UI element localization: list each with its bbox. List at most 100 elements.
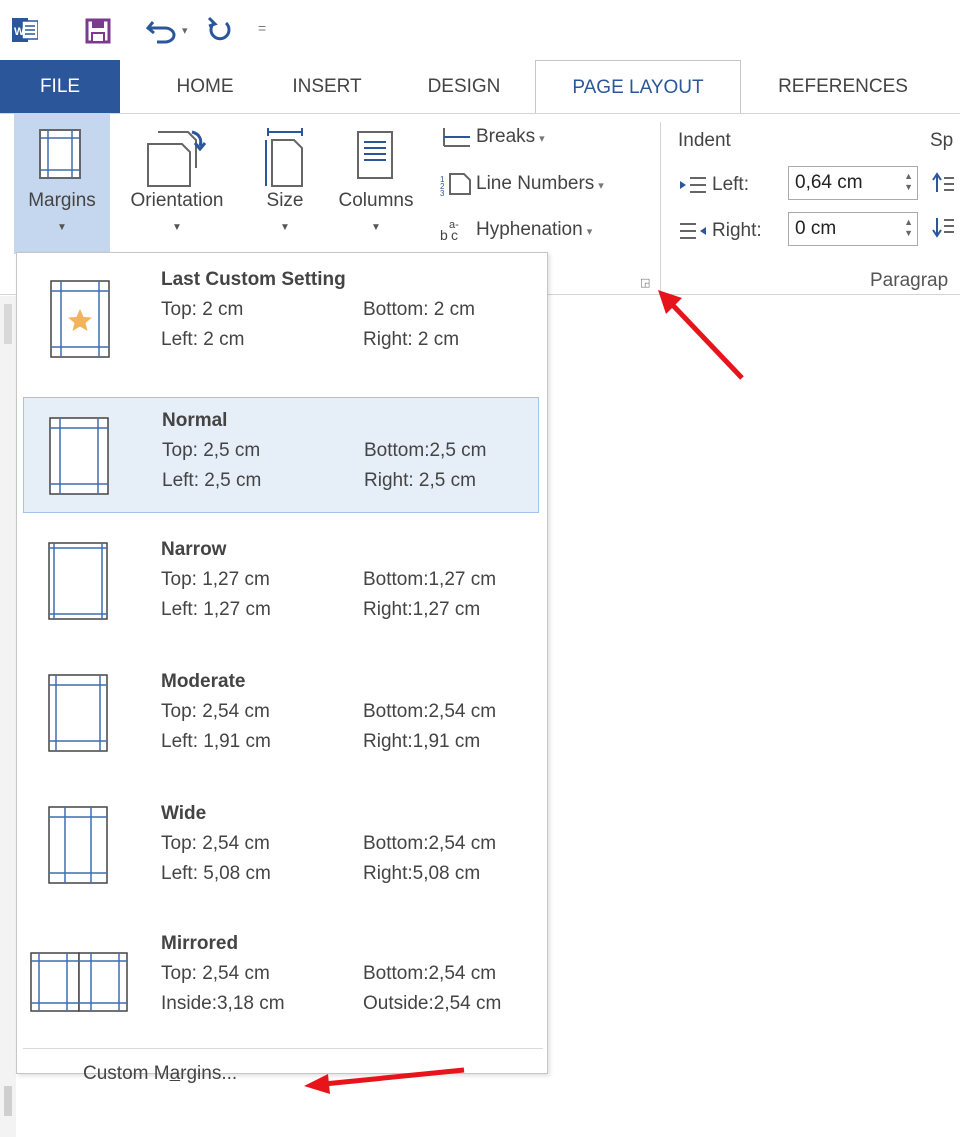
option-name: Narrow (161, 539, 227, 560)
option-bottom: Bottom:1,27 cm (363, 569, 497, 590)
option-inside: Inside:3,18 cm (161, 993, 285, 1014)
option-name: Last Custom Setting (161, 269, 346, 290)
option-left: Left: 1,91 cm (161, 731, 271, 752)
indent-left-label-group: Left: (678, 174, 749, 196)
indent-right-label-group: Right: (678, 220, 762, 242)
custom-margins-access-key: a (169, 1063, 181, 1084)
margins-label: Margins (28, 190, 96, 211)
option-right: Right:1,27 cm (363, 599, 481, 620)
annotation-arrow-icon (658, 290, 744, 380)
breaks-icon (443, 128, 470, 147)
option-top: Top: 2,54 cm (161, 833, 270, 854)
group-separator (660, 122, 661, 292)
spacing-before-icon (932, 172, 954, 192)
option-right: Right:1,91 cm (363, 731, 481, 752)
quick-access-toolbar: W ▾ = (0, 0, 960, 60)
orientation-icon (147, 130, 207, 187)
ruler-mark (4, 304, 12, 344)
size-button[interactable]: Size ▼ (250, 114, 320, 254)
margins-button[interactable]: Margins ▼ (14, 114, 110, 254)
indent-right-spinner-icon[interactable]: ▲ ▼ (904, 217, 913, 239)
indent-right-label: Right: (712, 220, 762, 241)
breaks-dropdown-icon: ▾ (539, 133, 545, 146)
hyphenation-icon: b a- c (440, 219, 459, 243)
tab-file[interactable]: FILE (0, 60, 120, 114)
narrow-margins-icon (48, 542, 108, 620)
hyphenation-button[interactable]: b a- c Hyphenation ▾ (440, 218, 593, 243)
page-setup-dialog-launcher-icon[interactable]: ◲ (640, 276, 650, 289)
svg-text:W: W (14, 26, 25, 38)
orientation-label: Orientation (130, 190, 224, 211)
option-bottom: Bottom:2,54 cm (363, 701, 497, 722)
breaks-label: Breaks (476, 126, 536, 148)
option-top: Top: 2,54 cm (161, 701, 270, 722)
margin-option-wide[interactable]: Wide Top: 2,54 cm Left: 5,08 cm Bottom:2… (23, 791, 539, 907)
custom-margins-label-end: rgins... (180, 1063, 238, 1084)
customize-toolbar-icon[interactable]: = (258, 20, 266, 36)
margins-dropdown-icon: ▼ (57, 222, 67, 233)
margin-option-moderate[interactable]: Moderate Top: 2,54 cm Left: 1,91 cm Bott… (23, 659, 539, 775)
option-right: Right:5,08 cm (363, 863, 481, 884)
tab-page-layout[interactable]: PAGE LAYOUT (535, 60, 741, 116)
tab-home[interactable]: HOME (150, 60, 260, 114)
hyphenation-label: Hyphenation (476, 219, 583, 241)
option-right: Right: 2 cm (363, 329, 460, 350)
margin-option-narrow[interactable]: Narrow Top: 1,27 cm Left: 1,27 cm Bottom… (23, 527, 539, 643)
option-name: Normal (162, 410, 228, 431)
undo-icon[interactable] (145, 14, 181, 44)
menu-divider (23, 1048, 543, 1049)
indent-left-value: 0,64 cm (795, 172, 863, 193)
option-right: Right: 2,5 cm (364, 470, 476, 491)
tab-insert[interactable]: INSERT (272, 60, 382, 114)
line-numbers-label: Line Numbers (476, 173, 595, 195)
ribbon-tabs: FILE HOME INSERT DESIGN PAGE LAYOUT REFE… (0, 60, 960, 116)
indent-left-label: Left: (712, 174, 749, 195)
option-name: Mirrored (161, 933, 239, 954)
margins-icon (39, 129, 81, 179)
margin-option-mirrored[interactable]: Mirrored Top: 2,54 cm Inside:3,18 cm Bot… (23, 921, 539, 1037)
option-left: Left: 2 cm (161, 329, 245, 350)
columns-icon (357, 131, 393, 179)
size-icon (265, 128, 303, 187)
option-bottom: Bottom:2,54 cm (363, 963, 497, 984)
option-bottom: Bottom:2,5 cm (364, 440, 487, 461)
word-logo-icon: W (12, 18, 38, 42)
custom-margins-button[interactable]: Custom Margins... (83, 1063, 237, 1085)
indent-title: Indent (678, 130, 731, 151)
tab-design[interactable]: DESIGN (404, 60, 524, 114)
orientation-dropdown-icon: ▼ (172, 222, 182, 233)
columns-button[interactable]: Columns ▼ (328, 114, 424, 254)
indent-right-value: 0 cm (795, 218, 837, 239)
option-top: Top: 1,27 cm (161, 569, 270, 590)
option-left: Left: 2,5 cm (162, 470, 262, 491)
line-numbers-dropdown-icon: ▾ (598, 180, 604, 193)
custom-margins-label-start: Custom M (83, 1063, 170, 1084)
moderate-margins-icon (48, 674, 108, 752)
option-name: Moderate (161, 671, 246, 692)
annotation-arrow-icon (304, 1067, 465, 1094)
line-numbers-button[interactable]: 1 2 3 Line Numbers ▾ (440, 172, 604, 198)
columns-dropdown-icon: ▼ (371, 222, 381, 233)
orientation-button[interactable]: Orientation ▼ (114, 114, 240, 254)
hyphenation-dropdown-icon: ▾ (586, 226, 593, 239)
option-left: Left: 5,08 cm (161, 863, 271, 884)
option-top: Top: 2,5 cm (162, 440, 261, 461)
svg-text:b: b (440, 227, 448, 242)
spacing-title: Sp (930, 130, 954, 151)
tab-references[interactable]: REFERENCES (758, 60, 928, 114)
option-top: Top: 2,54 cm (161, 963, 270, 984)
wide-margins-icon (48, 806, 108, 884)
undo-dropdown-icon[interactable]: ▾ (182, 24, 188, 37)
margins-dropdown-menu: Last Custom Setting Top: 2 cm Left: 2 cm… (16, 252, 548, 1084)
option-outside: Outside:2,54 cm (363, 993, 502, 1014)
margin-option-normal[interactable]: Normal Top: 2,5 cm Left: 2,5 cm Bottom:2… (23, 397, 539, 513)
size-label: Size (266, 190, 304, 211)
indent-right-input[interactable]: 0 cm ▲ ▼ (788, 212, 918, 246)
indent-left-spinner-icon[interactable]: ▲ ▼ (904, 171, 913, 193)
line-numbers-icon: 1 2 3 (440, 173, 471, 198)
redo-icon[interactable] (205, 14, 235, 44)
indent-left-input[interactable]: 0,64 cm ▲ ▼ (788, 166, 918, 200)
breaks-button[interactable]: Breaks ▾ (440, 126, 545, 148)
save-icon[interactable] (85, 18, 111, 44)
margin-option-last-custom[interactable]: Last Custom Setting Top: 2 cm Left: 2 cm… (23, 257, 539, 373)
